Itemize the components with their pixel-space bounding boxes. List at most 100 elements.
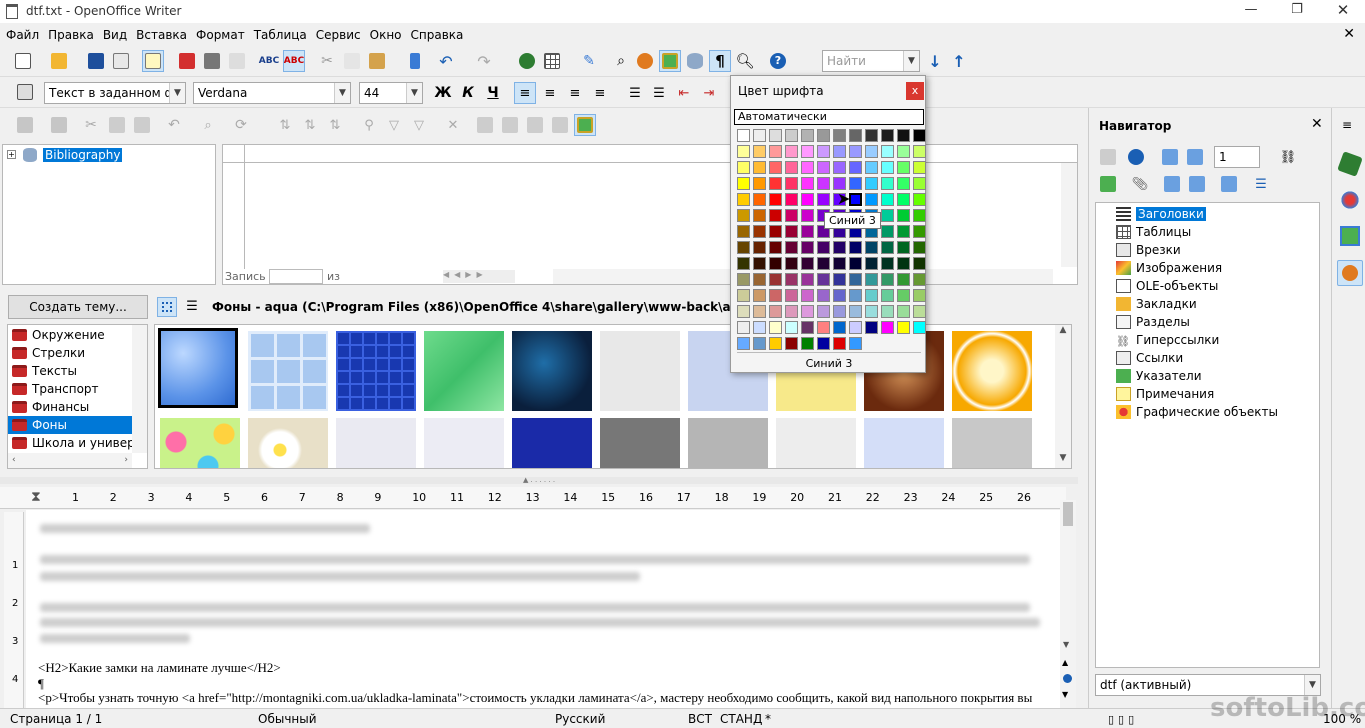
drag-mode-icon[interactable]: ⛓: [1277, 146, 1299, 168]
color-swatch[interactable]: [881, 257, 894, 270]
print-preview-icon[interactable]: [226, 50, 248, 72]
color-swatch[interactable]: [785, 225, 798, 238]
color-swatch[interactable]: [913, 161, 926, 174]
table-icon[interactable]: [541, 50, 563, 72]
new-document-icon[interactable]: [12, 50, 34, 72]
color-swatch[interactable]: [753, 193, 766, 206]
grid-vertical-scrollbar[interactable]: [1061, 163, 1077, 267]
color-swatch[interactable]: [737, 129, 750, 142]
menu-insert[interactable]: Вставка: [136, 28, 187, 42]
color-swatch[interactable]: [849, 273, 862, 286]
email-icon[interactable]: [110, 50, 132, 72]
nav-item-references[interactable]: Ссылки: [1096, 349, 1319, 367]
color-swatch[interactable]: [865, 321, 878, 334]
view-layout-icons[interactable]: ▯▯▯: [1108, 713, 1138, 726]
ds-autofilter-icon[interactable]: ⚲: [358, 114, 380, 136]
color-swatch[interactable]: [737, 225, 750, 238]
color-swatch[interactable]: [817, 161, 830, 174]
print-icon[interactable]: [201, 50, 223, 72]
gallery-thumb[interactable]: [160, 418, 240, 468]
color-swatch[interactable]: [769, 241, 782, 254]
nav-item-ole[interactable]: OLE-объекты: [1096, 277, 1319, 295]
menu-view[interactable]: Вид: [103, 28, 127, 42]
color-swatch[interactable]: [849, 289, 862, 302]
color-swatch[interactable]: [897, 289, 910, 302]
color-swatch[interactable]: [737, 177, 750, 190]
doc-scroll-down-icon[interactable]: ▼: [1063, 640, 1069, 649]
color-swatch[interactable]: [753, 225, 766, 238]
status-style[interactable]: Обычный: [258, 712, 317, 726]
ds-refresh-icon[interactable]: ⟳: [230, 114, 252, 136]
ds-save-icon[interactable]: [14, 114, 36, 136]
color-swatch[interactable]: [801, 289, 814, 302]
undo-icon[interactable]: ↶: [435, 50, 457, 72]
find-previous-icon[interactable]: ↑: [948, 50, 970, 72]
bold-button[interactable]: Ж: [432, 82, 454, 104]
color-swatch[interactable]: [753, 161, 766, 174]
nav-item-indexes[interactable]: Указатели: [1096, 367, 1319, 385]
numbering-icon[interactable]: ☰: [624, 82, 646, 104]
gallery-thumb[interactable]: [600, 331, 680, 411]
color-swatch[interactable]: [769, 129, 782, 142]
theme-item[interactable]: Школа и универси: [8, 434, 147, 452]
gallery-tab-icon[interactable]: [1340, 226, 1360, 246]
paste-icon[interactable]: [366, 50, 388, 72]
color-swatch[interactable]: [817, 321, 830, 334]
color-swatch[interactable]: [849, 177, 862, 190]
edit-mode-icon[interactable]: [142, 50, 164, 72]
ds-data-to-text-icon[interactable]: [474, 114, 496, 136]
color-swatch[interactable]: [737, 321, 750, 334]
prev-page-icon[interactable]: ▲: [1062, 658, 1068, 667]
color-swatch[interactable]: [785, 305, 798, 318]
color-swatch[interactable]: [785, 193, 798, 206]
menu-window[interactable]: Окно: [370, 28, 402, 42]
color-swatch[interactable]: [753, 177, 766, 190]
next-icon[interactable]: [1184, 146, 1206, 168]
color-swatch[interactable]: [865, 193, 878, 206]
decrease-indent-icon[interactable]: ⇤: [673, 82, 695, 104]
color-swatch[interactable]: [833, 321, 846, 334]
chevron-down-icon[interactable]: ▼: [406, 83, 422, 103]
close-document-button[interactable]: ✕: [1343, 26, 1355, 42]
color-swatch[interactable]: [801, 193, 814, 206]
color-swatch[interactable]: [913, 209, 926, 222]
color-swatch[interactable]: [833, 129, 846, 142]
color-swatch[interactable]: [801, 257, 814, 270]
color-swatch[interactable]: [897, 209, 910, 222]
color-swatch[interactable]: [785, 145, 798, 158]
color-swatch[interactable]: [737, 273, 750, 286]
italic-button[interactable]: К: [457, 82, 479, 104]
ds-paste-icon[interactable]: [131, 114, 153, 136]
theme-item-selected[interactable]: Фоны: [8, 416, 133, 434]
ds-cut-icon[interactable]: ✂: [80, 114, 102, 136]
menu-help[interactable]: Справка: [411, 28, 464, 42]
color-swatch[interactable]: [769, 161, 782, 174]
color-swatch[interactable]: [817, 145, 830, 158]
color-swatch[interactable]: [913, 193, 926, 206]
color-swatch[interactable]: [881, 161, 894, 174]
theme-list-scrollbar[interactable]: [132, 325, 147, 453]
ds-remove-filter-icon[interactable]: ✕: [442, 114, 464, 136]
color-swatch[interactable]: [881, 193, 894, 206]
color-swatch[interactable]: [753, 321, 766, 334]
justify-button[interactable]: ≡: [589, 82, 611, 104]
color-swatch[interactable]: [785, 209, 798, 222]
nav-item-comments[interactable]: Примечания: [1096, 385, 1319, 403]
color-swatch[interactable]: [737, 289, 750, 302]
color-swatch[interactable]: [865, 177, 878, 190]
color-swatch[interactable]: [897, 225, 910, 238]
color-swatch[interactable]: [913, 225, 926, 238]
color-swatch[interactable]: [849, 305, 862, 318]
color-swatch[interactable]: [897, 273, 910, 286]
color-swatch[interactable]: [753, 337, 766, 350]
detail-view-button[interactable]: ☰: [182, 297, 202, 317]
color-swatch[interactable]: [769, 209, 782, 222]
color-swatch[interactable]: [817, 193, 830, 206]
color-swatch[interactable]: [817, 257, 830, 270]
find-input[interactable]: Найти ▼: [822, 50, 920, 72]
navigator-close-icon[interactable]: ✕: [1311, 116, 1323, 132]
color-swatch[interactable]: [897, 193, 910, 206]
gallery-thumb[interactable]: [336, 418, 416, 468]
color-swatch[interactable]: [833, 273, 846, 286]
formatting-marks-icon[interactable]: ¶: [709, 50, 731, 72]
